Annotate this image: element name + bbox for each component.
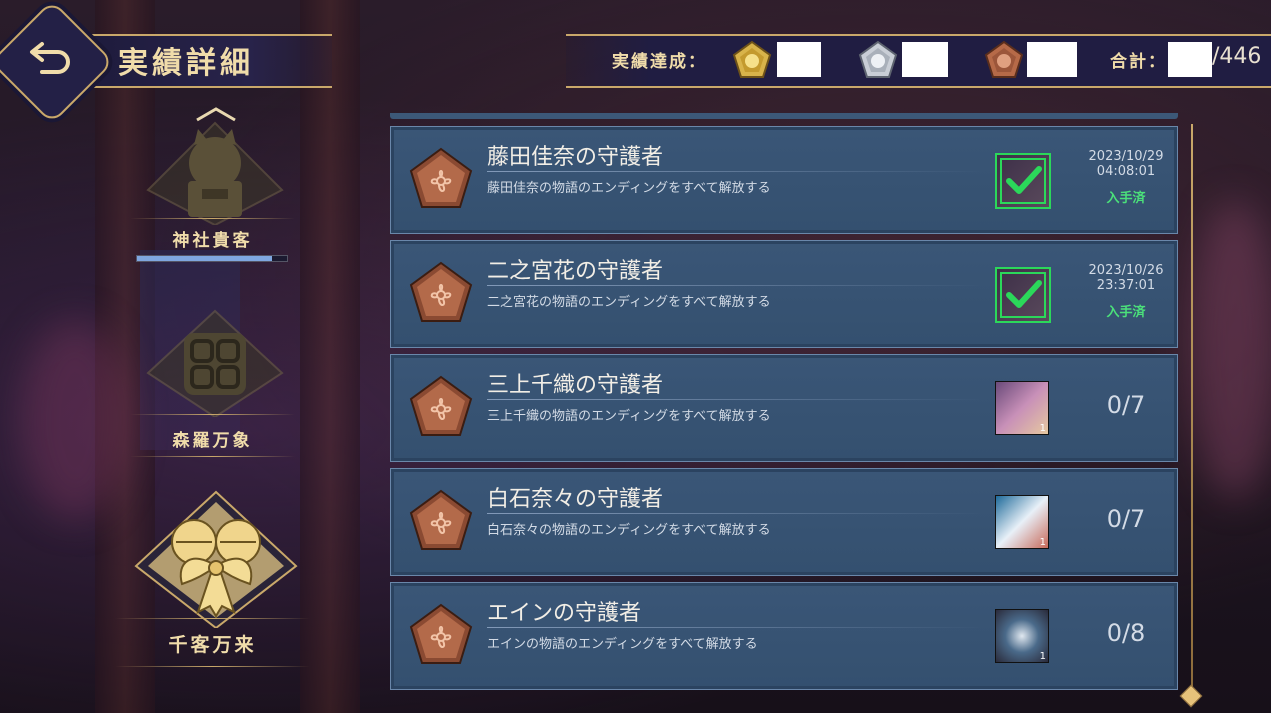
achievement-list[interactable]: 藤田佳奈の守護者 藤田佳奈の物語のエンディングをすべて解放する 2023/10/… xyxy=(390,112,1178,692)
scrollbar-thumb[interactable] xyxy=(1179,684,1203,708)
achievement-description: 二之宮花の物語のエンディングをすべて解放する xyxy=(487,295,771,310)
achievement-title: 藤田佳奈の守護者 xyxy=(487,145,664,170)
achievement-card[interactable]: 三上千織の守護者 三上千織の物語のエンディングをすべて解放する 1 0/7 xyxy=(390,354,1178,462)
scrollbar-track[interactable] xyxy=(1191,124,1193,696)
bronze-medal-icon xyxy=(409,375,473,436)
reward-thumbnail[interactable]: 1 xyxy=(995,495,1049,549)
bronze-count-box xyxy=(1027,42,1077,77)
knot-emblem-icon xyxy=(146,309,284,417)
total-count-box xyxy=(1168,42,1212,77)
thumbnail-count: 1 xyxy=(1039,423,1046,434)
bronze-medal-icon xyxy=(984,40,1024,78)
divider xyxy=(487,399,987,400)
achievement-title: 二之宮花の守護者 xyxy=(487,259,664,284)
divider xyxy=(130,218,295,219)
category-label: 神社貴客 xyxy=(172,231,253,251)
achievement-card[interactable]: 藤田佳奈の守護者 藤田佳奈の物語のエンディングをすべて解放する 2023/10/… xyxy=(390,126,1178,234)
achievement-card[interactable]: エインの守護者 エインの物語のエンディングをすべて解放する 1 0/8 xyxy=(390,582,1178,690)
silver-medal-icon xyxy=(858,40,898,78)
bronze-medal-icon xyxy=(409,147,473,208)
background-glow xyxy=(20,320,130,520)
time-text: 04:08:01 xyxy=(1096,164,1156,179)
achievement-progress: 0/7 xyxy=(1106,505,1146,533)
divider xyxy=(487,513,987,514)
divider xyxy=(115,618,310,619)
divider xyxy=(487,171,987,172)
date-text: 2023/10/29 xyxy=(1088,149,1164,164)
checkmark-icon xyxy=(1000,158,1046,204)
thumbnail-count: 1 xyxy=(1039,651,1046,662)
achievement-description: 三上千織の物語のエンディングをすべて解放する xyxy=(487,409,771,424)
thumbnail-count: 1 xyxy=(1039,537,1046,548)
time-text: 23:37:01 xyxy=(1096,278,1156,293)
silver-count-box xyxy=(902,42,948,77)
achievement-title: 三上千織の守護者 xyxy=(487,373,664,398)
divider xyxy=(130,414,295,415)
page-title: 実績詳細 xyxy=(118,46,254,81)
checkmark-icon xyxy=(1000,272,1046,318)
bells-ribbon-icon xyxy=(134,490,298,628)
divider xyxy=(115,666,310,667)
achievement-card[interactable]: 白石奈々の守護者 白石奈々の物語のエンディングをすべて解放する 1 0/7 xyxy=(390,468,1178,576)
obtained-status: 入手済 xyxy=(1106,191,1146,206)
background-pillar xyxy=(300,0,360,713)
achievement-description: エインの物語のエンディングをすべて解放する xyxy=(487,637,758,652)
gold-count-box xyxy=(777,42,821,77)
divider xyxy=(487,285,987,286)
divider xyxy=(487,627,987,628)
reward-thumbnail[interactable] xyxy=(995,153,1051,209)
obtained-status: 入手済 xyxy=(1106,305,1146,320)
completion-date: 2023/10/29 04:08:01 xyxy=(1071,149,1181,179)
category-progress-fill xyxy=(137,256,272,261)
category-label: 千客万来 xyxy=(168,634,257,656)
achievement-description: 藤田佳奈の物語のエンディングをすべて解放する xyxy=(487,181,771,196)
back-arrow-icon[interactable] xyxy=(28,36,74,76)
bronze-medal-icon xyxy=(409,261,473,322)
achievement-progress: 0/8 xyxy=(1106,619,1146,647)
reward-thumbnail[interactable]: 1 xyxy=(995,609,1049,663)
category-label: 森羅万象 xyxy=(172,431,253,451)
achievement-label: 実績達成： xyxy=(612,52,707,72)
bronze-medal-icon xyxy=(409,603,473,664)
achievement-title: エインの守護者 xyxy=(487,601,642,626)
completion-date: 2023/10/26 23:37:01 xyxy=(1071,263,1181,293)
divider xyxy=(130,456,295,457)
lucky-cat-icon xyxy=(146,121,284,225)
bronze-medal-icon xyxy=(409,489,473,550)
date-text: 2023/10/26 xyxy=(1088,263,1164,278)
total-label: 合計： xyxy=(1110,52,1167,72)
category-progress-bar xyxy=(136,255,288,262)
achievement-progress: 0/7 xyxy=(1106,391,1146,419)
background-glow xyxy=(1190,200,1271,500)
achievement-title: 白石奈々の守護者 xyxy=(487,487,664,512)
achievement-card[interactable]: 二之宮花の守護者 二之宮花の物語のエンディングをすべて解放する 2023/10/… xyxy=(390,240,1178,348)
gold-medal-icon xyxy=(732,40,772,78)
total-max: /446 xyxy=(1212,44,1262,69)
reward-thumbnail[interactable] xyxy=(995,267,1051,323)
achievement-description: 白石奈々の物語のエンディングをすべて解放する xyxy=(487,523,771,538)
reward-thumbnail[interactable]: 1 xyxy=(995,381,1049,435)
